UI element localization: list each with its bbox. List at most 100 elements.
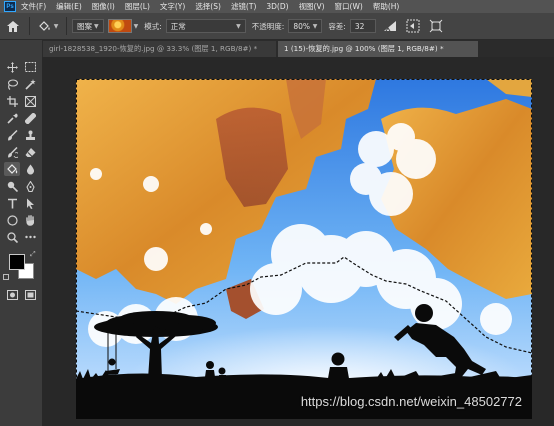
lasso-icon (7, 78, 18, 90)
swap-colors-icon[interactable]: ⤢ (30, 250, 36, 259)
paint-bucket-icon (6, 163, 17, 174)
eyedropper-icon (6, 113, 18, 124)
pattern-swatch (107, 19, 132, 33)
healing-tool[interactable] (22, 111, 38, 125)
menu-filter[interactable]: 滤镜(T) (231, 1, 256, 12)
anti-alias-icon (383, 21, 396, 32)
brush-tool[interactable] (4, 128, 20, 142)
bandage-icon (24, 112, 36, 124)
menu-view[interactable]: 视图(V) (299, 1, 325, 12)
pen-icon (25, 180, 35, 192)
shape-tool[interactable] (4, 213, 20, 227)
foreground-color-swatch[interactable] (9, 254, 25, 270)
frame-tool[interactable] (22, 94, 38, 108)
chevron-down-icon: ▼ (236, 22, 241, 30)
menu-edit[interactable]: 编辑(E) (56, 1, 82, 12)
history-brush-icon (7, 146, 18, 158)
tolerance-label: 容差: (328, 21, 346, 31)
contiguous-toggle[interactable] (404, 18, 422, 34)
contiguous-icon (406, 19, 420, 33)
opacity-label: 不透明度: (251, 21, 285, 31)
canvas-image (76, 79, 532, 419)
all-layers-toggle[interactable] (427, 18, 445, 34)
tab-label: 1 (15)-恢复的.jpg @ 100% (图层 1, RGB/8#) * (284, 44, 444, 53)
crop-icon (6, 95, 18, 107)
watermark-text: https://blog.csdn.net/weixin_48502772 (300, 394, 522, 409)
pen-tool[interactable] (22, 179, 38, 193)
magic-wand-icon (24, 78, 36, 90)
screen-mode-icon (24, 290, 36, 300)
dodge-tool[interactable] (4, 179, 20, 193)
crop-tool[interactable] (4, 94, 20, 108)
stamp-icon (25, 130, 35, 140)
opacity-value: 80% (293, 21, 310, 31)
fill-source-select[interactable]: 图案 ▼ (72, 19, 104, 33)
zoom-tool[interactable] (4, 230, 20, 244)
eraser-tool[interactable] (22, 145, 38, 159)
magic-wand-tool[interactable] (22, 77, 38, 91)
move-icon (6, 61, 18, 73)
menu-bar: Ps 文件(F) 编辑(E) 图像(I) 图层(L) 文字(Y) 选择(S) 滤… (0, 0, 554, 13)
document-tab-bar: girl-1828538_1920-恢复的.jpg @ 33.3% (图层 1,… (42, 40, 554, 57)
anti-alias-toggle[interactable] (381, 18, 399, 34)
tools-panel: ⤢ (0, 56, 42, 306)
home-icon (7, 20, 19, 32)
default-colors-icon[interactable] (3, 274, 9, 280)
all-layers-icon (429, 19, 443, 33)
menu-window[interactable]: 窗口(W) (335, 1, 363, 12)
frame-icon (24, 95, 36, 107)
menu-help[interactable]: 帮助(H) (373, 1, 400, 12)
hand-tool[interactable] (22, 213, 38, 227)
fill-source-value: 图案 (77, 21, 92, 31)
marquee-tool[interactable] (22, 60, 38, 74)
eraser-icon (25, 147, 35, 157)
pattern-picker[interactable]: ▼ (107, 19, 139, 33)
options-bar: ▼ 图案 ▼ ▼ 模式: 正常 ▼ 不透明度: 80% ▼ 容差: 32 (0, 13, 554, 40)
blend-mode-value: 正常 (170, 21, 186, 31)
chevron-down-icon: ▼ (312, 22, 318, 30)
brush-icon (7, 129, 18, 140)
screen-mode-button[interactable] (22, 288, 38, 302)
history-brush-tool[interactable] (4, 145, 20, 159)
type-tool[interactable] (4, 196, 20, 210)
home-button[interactable] (2, 15, 24, 37)
menu-layer[interactable]: 图层(L) (125, 1, 150, 12)
chevron-down-icon: ▼ (133, 22, 139, 30)
path-selection-tool[interactable] (22, 196, 38, 210)
document-canvas[interactable]: https://blog.csdn.net/weixin_48502772 (76, 79, 532, 419)
tab-document-girl[interactable]: girl-1828538_1920-恢复的.jpg @ 33.3% (图层 1,… (43, 41, 276, 57)
tolerance-input[interactable]: 32 (349, 19, 376, 33)
divider (66, 17, 67, 35)
blur-tool[interactable] (22, 162, 38, 176)
tab-label: girl-1828538_1920-恢复的.jpg @ 33.3% (图层 1,… (49, 44, 258, 53)
menu-file[interactable]: 文件(F) (21, 1, 46, 12)
zoom-icon (6, 231, 18, 243)
stamp-tool[interactable] (22, 128, 38, 142)
ellipsis-icon (24, 235, 36, 239)
blend-mode-select[interactable]: 正常 ▼ (165, 19, 246, 33)
ellipse-icon (6, 214, 18, 226)
quick-mask-button[interactable] (4, 288, 20, 302)
opacity-input[interactable]: 80% ▼ (288, 19, 323, 33)
drop-icon (26, 164, 34, 174)
tool-preset-picker[interactable]: ▼ (35, 16, 61, 36)
menu-select[interactable]: 选择(S) (195, 1, 221, 12)
more-tools[interactable] (22, 230, 38, 244)
quick-mask-icon (6, 290, 18, 300)
type-icon (7, 198, 17, 208)
chevron-down-icon: ▼ (53, 22, 59, 30)
paint-bucket-tool[interactable] (4, 162, 20, 176)
move-tool[interactable] (4, 60, 20, 74)
hand-icon (25, 214, 34, 226)
menu-3d[interactable]: 3D(D) (266, 2, 288, 11)
tab-document-active[interactable]: 1 (15)-恢复的.jpg @ 100% (图层 1, RGB/8#) * (278, 41, 478, 57)
menu-type[interactable]: 文字(Y) (160, 1, 185, 12)
eyedropper-tool[interactable] (4, 111, 20, 125)
photoshop-logo: Ps (4, 1, 16, 12)
marquee-icon (24, 62, 36, 72)
tolerance-value: 32 (354, 21, 365, 31)
chevron-down-icon: ▼ (94, 22, 99, 30)
lasso-tool[interactable] (4, 77, 20, 91)
menu-image[interactable]: 图像(I) (92, 1, 115, 12)
arrow-icon (26, 198, 34, 209)
